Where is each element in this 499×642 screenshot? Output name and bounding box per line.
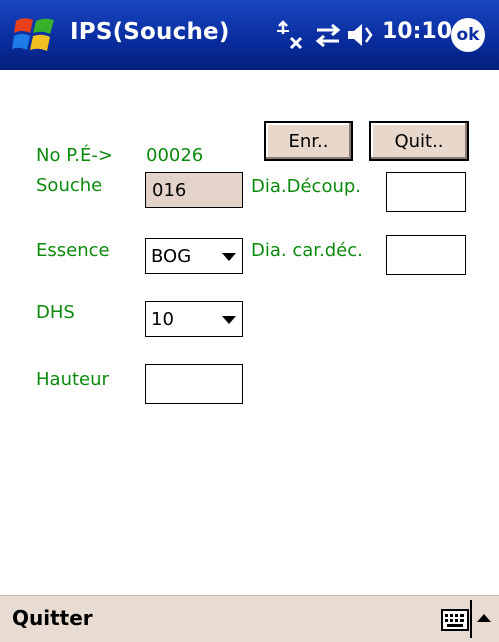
no-pe-label: No P.É-> [36,145,113,166]
dia-decoup-label: Dia.Découp. [251,176,362,197]
sync-icon[interactable] [311,18,345,52]
chevron-down-icon[interactable] [222,253,236,261]
souche-field: 016 [145,172,243,208]
dia-car-dec-field[interactable] [386,235,466,275]
dia-car-dec-label: Dia. car.déc. [251,240,363,261]
essence-label: Essence [36,240,110,261]
save-button[interactable]: Enr.. [264,121,353,161]
quit-button[interactable]: Quit.. [369,121,469,161]
dhs-value: 10 [151,309,174,330]
hauteur-field[interactable] [145,364,243,404]
volume-icon[interactable] [345,18,379,52]
title-bar: IPS(Souche) 10:10 ok [0,0,499,70]
separator [470,600,472,638]
windows-start-icon[interactable] [12,13,60,57]
dia-decoup-field[interactable] [386,172,466,212]
clock[interactable]: 10:10 [382,19,452,44]
keyboard-icon[interactable] [441,609,469,631]
window-title: IPS(Souche) [70,19,230,45]
souche-label: Souche [36,175,103,196]
no-pe-value: 00026 [146,145,204,166]
sip-up-arrow-icon[interactable] [477,614,491,622]
ok-button[interactable]: ok [451,18,485,52]
menu-bar: Quitter [0,595,499,642]
essence-select[interactable]: BOG [145,238,243,274]
hauteur-label: Hauteur [36,369,109,390]
essence-value: BOG [151,246,192,267]
chevron-down-icon[interactable] [222,316,236,324]
connectivity-icon[interactable] [273,18,307,52]
quitter-softkey[interactable]: Quitter [12,606,93,630]
dhs-select[interactable]: 10 [145,301,243,337]
dhs-label: DHS [36,302,75,323]
